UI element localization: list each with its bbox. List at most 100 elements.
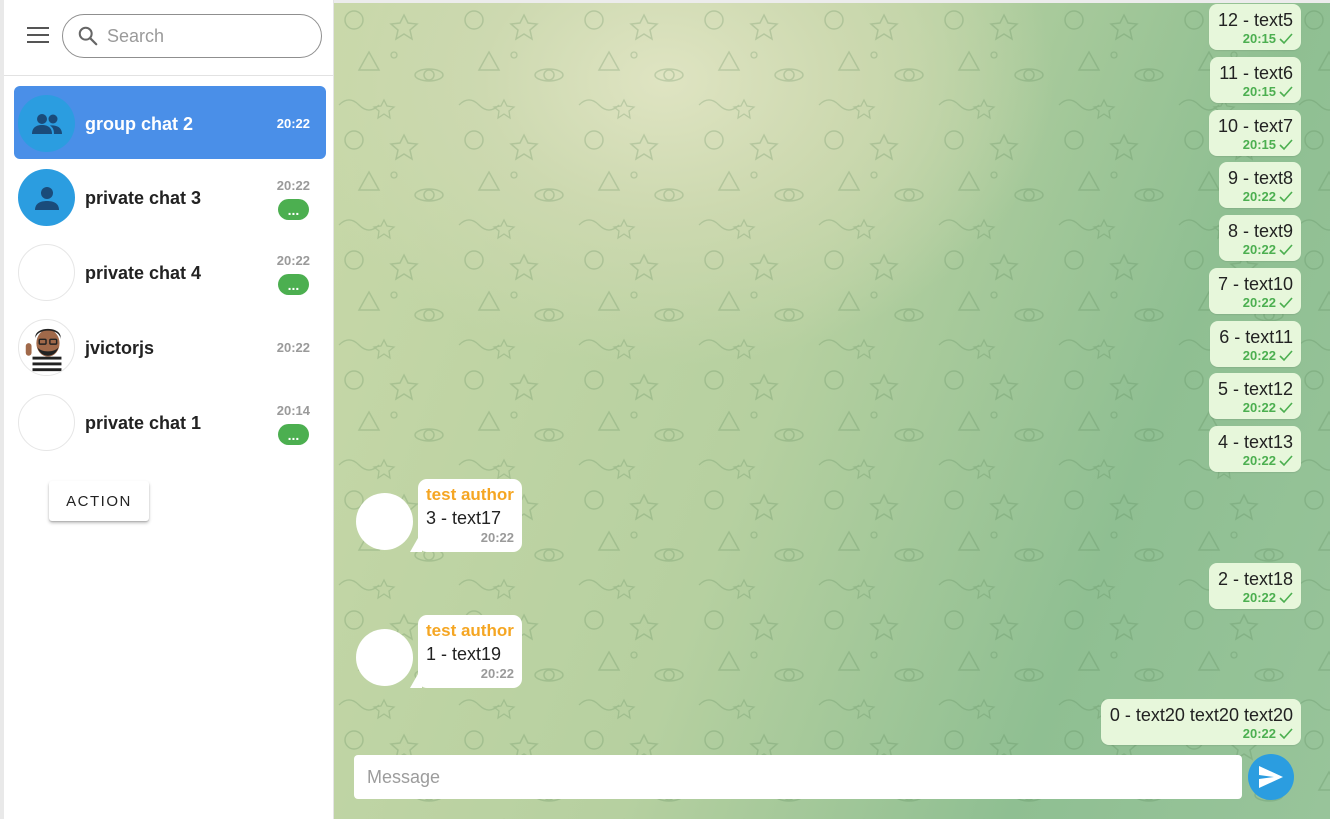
message-outgoing[interactable]: 5 - text12 20:22: [1208, 373, 1301, 419]
message-meta: 20:22: [1110, 726, 1293, 742]
top-divider: [334, 0, 1330, 3]
check-icon: [1279, 402, 1293, 414]
message-text: 0 - text20 text20 text20: [1109, 705, 1293, 725]
message-time: 20:22: [1242, 590, 1276, 605]
message-time: 20:22: [1242, 189, 1276, 204]
message-outgoing[interactable]: 4 - text13 20:22: [1208, 426, 1301, 472]
message-text: 12 - text5: [1217, 10, 1293, 30]
message-incoming[interactable]: test author 1 - text19 20:22: [356, 615, 526, 695]
search-icon: [78, 26, 98, 46]
chat-area: 12 - text5 20:15 11 - text6 20:15 10 - t…: [334, 0, 1330, 819]
message-author: test author: [426, 485, 514, 504]
check-icon: [1279, 191, 1293, 203]
chat-name: private chat 3: [85, 188, 202, 208]
message-text: 2 - text18: [1217, 569, 1293, 589]
message-time: 20:22: [1242, 295, 1276, 310]
chat-name: jvictorjs: [85, 338, 155, 358]
message-meta: 20:22: [1219, 348, 1293, 364]
message-time: 20:22: [480, 530, 514, 545]
unread-badge: ...: [278, 424, 309, 445]
message-time: 20:22: [1242, 726, 1276, 741]
chat-item-jvictorjs[interactable]: jvictorjs 20:22: [14, 310, 326, 384]
message-meta: 20:22: [1218, 590, 1293, 606]
message-text: 9 - text8: [1227, 168, 1293, 188]
chat-time: 20:14: [276, 403, 310, 418]
message-time: 20:22: [1242, 400, 1276, 415]
message-author: test author: [426, 621, 514, 640]
chat-name: private chat 1: [85, 413, 202, 433]
check-icon: [1279, 455, 1293, 467]
chat-time: 20:22: [276, 116, 310, 131]
message-text: 5 - text12: [1217, 379, 1293, 399]
message-text: 7 - text10: [1217, 274, 1293, 294]
message-input[interactable]: [354, 755, 1242, 799]
menu-button[interactable]: [24, 22, 52, 48]
check-icon: [1279, 33, 1293, 45]
action-button[interactable]: ACTION: [49, 481, 149, 521]
check-icon: [1279, 244, 1293, 256]
avatar: [18, 319, 75, 376]
message-outgoing[interactable]: 2 - text18 20:22: [1208, 563, 1301, 609]
message-meta: 20:15: [1219, 84, 1293, 100]
message-text: 1 - text19: [426, 644, 502, 664]
user-photo-icon: [25, 328, 62, 375]
message-meta: 20:22: [1228, 242, 1293, 258]
chat-time: 20:22: [276, 253, 310, 268]
message-meta: 20:22: [1218, 400, 1293, 416]
message-time: 20:15: [1242, 84, 1276, 99]
message-text: 8 - text9: [1227, 221, 1293, 241]
unread-badge: ...: [278, 274, 309, 295]
messenger-app: group chat 2 20:22 private chat 3 20:22 …: [0, 0, 1330, 819]
unread-badge: ...: [278, 199, 309, 220]
send-icon: [1259, 766, 1283, 788]
hamburger-menu-icon: [27, 27, 49, 43]
chat-name: group chat 2: [85, 114, 194, 134]
person-icon: [34, 186, 59, 210]
message-time: 20:22: [480, 666, 514, 681]
doodle-background-pattern: [334, 0, 1330, 819]
message-outgoing[interactable]: 6 - text11 20:22: [1210, 321, 1301, 367]
chat-name: private chat 4: [85, 263, 202, 283]
avatar: [18, 169, 75, 226]
message-composer: [354, 755, 1242, 799]
message-text: 4 - text13: [1217, 432, 1293, 452]
chat-item-private-chat-4[interactable]: private chat 4 20:22 ...: [14, 235, 326, 309]
message-outgoing[interactable]: 9 - text8 20:22: [1218, 162, 1301, 208]
author-avatar: [356, 629, 413, 686]
chat-item-group-chat-2[interactable]: group chat 2 20:22: [14, 86, 326, 159]
message-outgoing[interactable]: 8 - text9 20:22: [1218, 215, 1301, 261]
chat-time: 20:22: [276, 340, 310, 355]
message-meta: 20:15: [1218, 31, 1293, 47]
check-icon: [1279, 728, 1293, 740]
message-outgoing[interactable]: 7 - text10 20:22: [1208, 268, 1301, 314]
message-text: 3 - text17: [426, 508, 502, 528]
search-input[interactable]: [105, 24, 309, 48]
message-outgoing[interactable]: 0 - text20 text20 text20 20:22: [1100, 699, 1301, 745]
message-text: 11 - text6: [1219, 63, 1293, 83]
message-meta: 20:22: [1228, 189, 1293, 205]
send-button[interactable]: [1248, 754, 1294, 800]
chat-list: group chat 2 20:22 private chat 3 20:22 …: [14, 86, 326, 460]
chat-item-private-chat-1[interactable]: private chat 1 20:14 ...: [14, 385, 326, 459]
check-icon: [1279, 139, 1293, 151]
message-outgoing[interactable]: 11 - text6 20:15: [1210, 57, 1301, 103]
message-incoming[interactable]: test author 3 - text17 20:22: [356, 479, 526, 559]
check-icon: [1279, 592, 1293, 604]
message-bubble: test author 1 - text19 20:22: [418, 615, 522, 688]
sidebar: group chat 2 20:22 private chat 3 20:22 …: [0, 0, 334, 819]
avatar: [18, 244, 75, 301]
message-meta: 20:22: [1218, 453, 1293, 469]
check-icon: [1279, 350, 1293, 362]
group-icon: [31, 113, 62, 134]
check-icon: [1279, 86, 1293, 98]
message-time: 20:15: [1242, 31, 1276, 46]
message-time: 20:22: [1242, 453, 1276, 468]
search-box: [62, 14, 322, 58]
message-outgoing[interactable]: 12 - text5 20:15: [1208, 4, 1301, 50]
avatar: [18, 394, 75, 451]
chat-item-private-chat-3[interactable]: private chat 3 20:22 ...: [14, 160, 326, 234]
message-text: 6 - text11: [1219, 327, 1293, 347]
message-outgoing[interactable]: 10 - text7 20:15: [1208, 110, 1301, 156]
message-time: 20:22: [1242, 242, 1276, 257]
message-time: 20:22: [1242, 348, 1276, 363]
